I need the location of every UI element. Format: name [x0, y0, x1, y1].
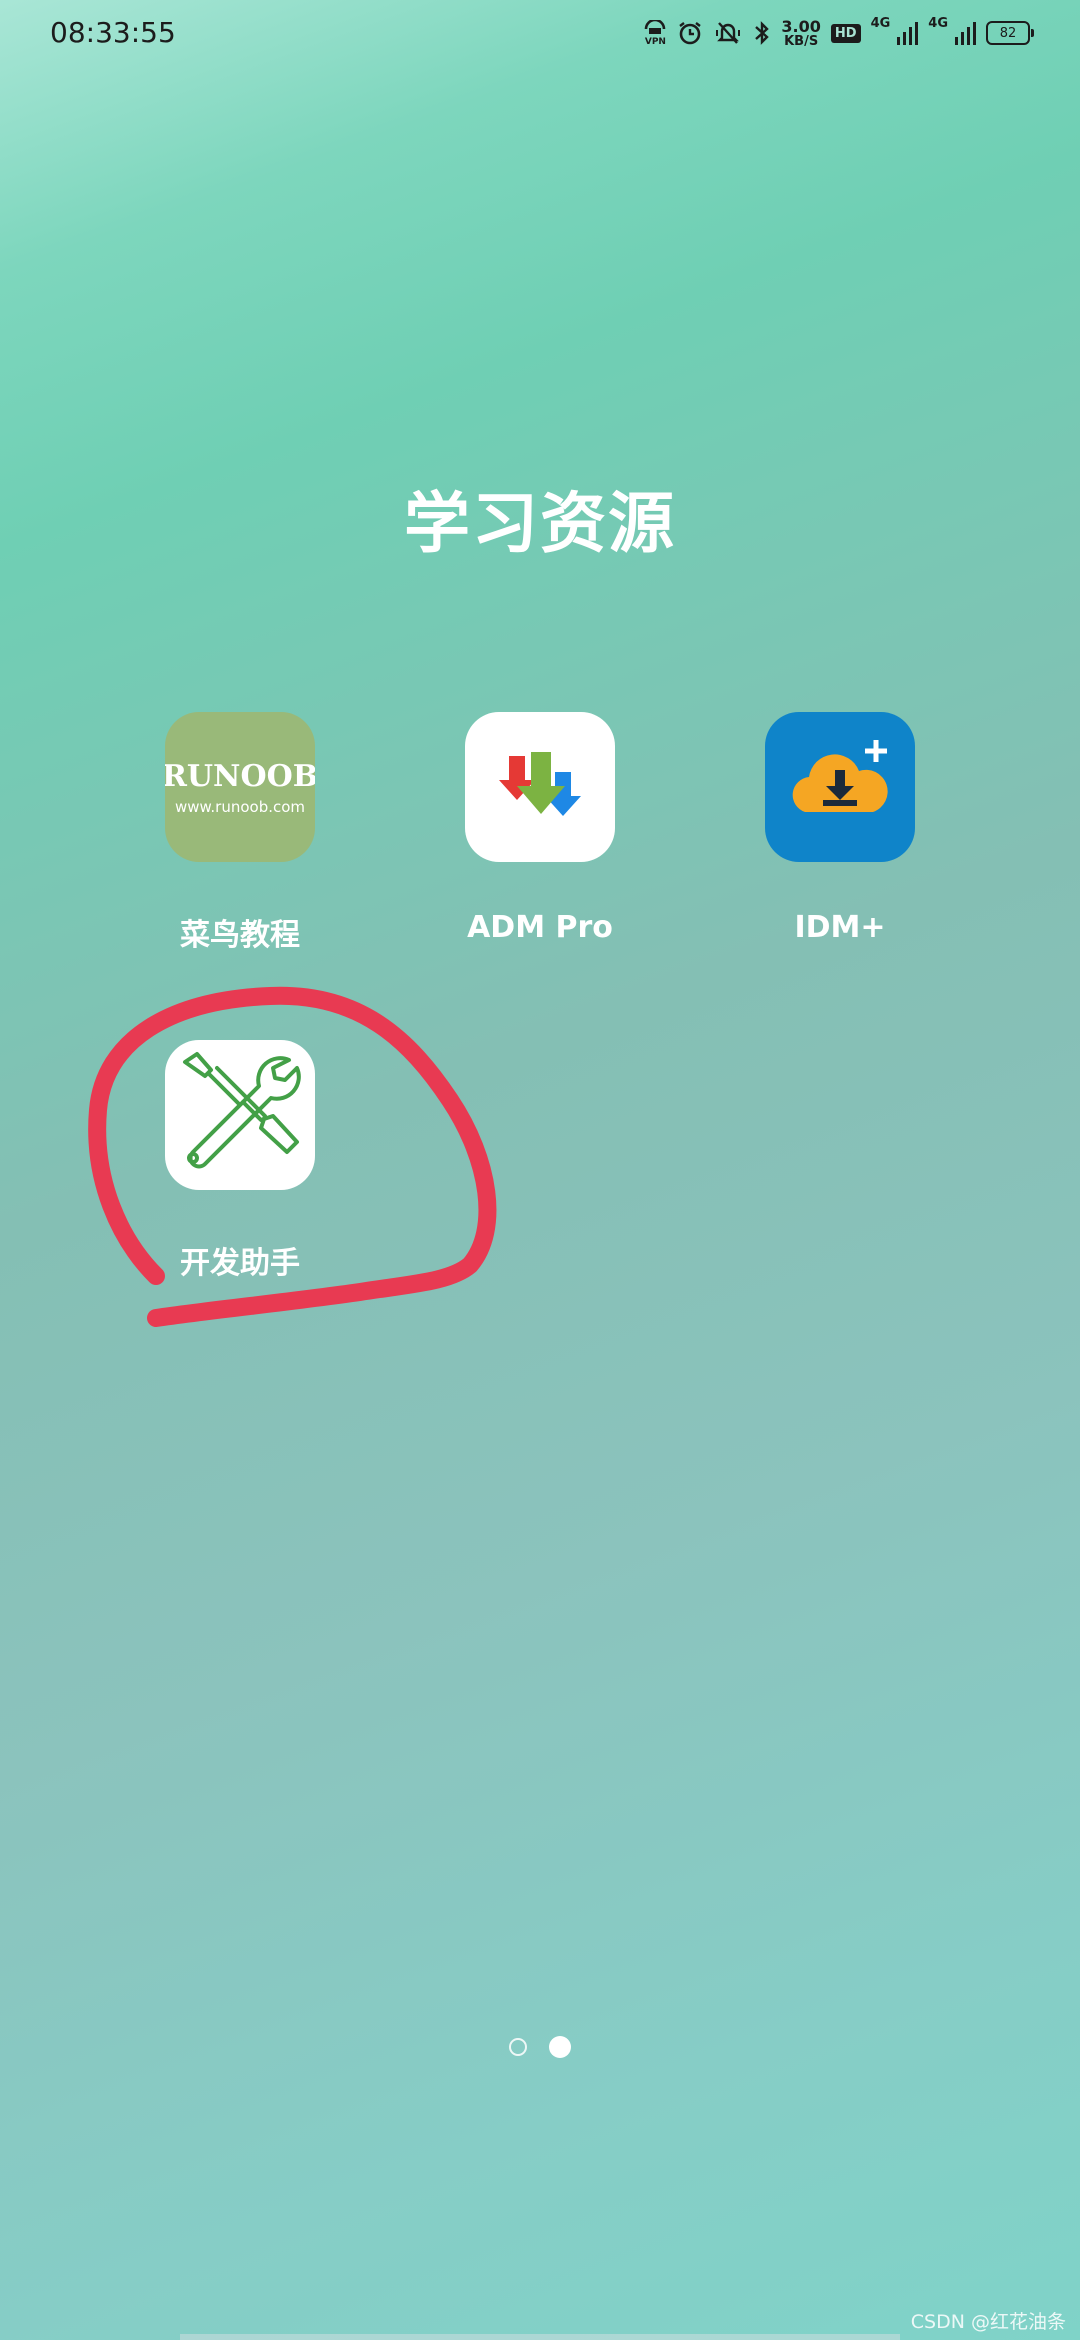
battery-level: 82 — [999, 25, 1017, 41]
runoob-icon-url: www.runoob.com — [174, 797, 306, 816]
app-label-adm-pro: ADM Pro — [467, 910, 613, 945]
app-dev-assistant[interactable]: 开发助手 — [120, 1040, 360, 1282]
signal-strength-icon-2 — [954, 21, 976, 45]
app-adm-pro[interactable]: ADM Pro — [420, 712, 660, 945]
idm-plus-app-icon[interactable] — [765, 712, 915, 862]
speed-unit: KB/S — [784, 33, 819, 49]
bluetooth-icon — [753, 20, 771, 46]
status-time: 08:33:55 — [50, 16, 176, 49]
download-arrows-icon — [499, 752, 581, 816]
cloud-download-icon — [792, 740, 888, 812]
signal2-label: 4G — [928, 16, 948, 31]
alarm-icon — [677, 20, 703, 46]
vpn-icon: VPN — [643, 19, 667, 47]
app-label-dev-assistant: 开发助手 — [180, 1246, 300, 1281]
adm-pro-app-icon[interactable] — [465, 712, 615, 862]
app-runoob[interactable]: RUNOOB www.runoob.com 菜鸟教程 — [120, 712, 360, 954]
network-speed: 3.00 KB/S — [781, 16, 821, 49]
watermark: CSDN @红花油条 — [910, 2311, 1066, 2333]
page-dot-1[interactable] — [509, 2038, 527, 2056]
battery-icon: 82 — [986, 21, 1034, 45]
page-dot-2[interactable] — [549, 2036, 571, 2058]
vpn-label: VPN — [644, 36, 666, 47]
page-indicator[interactable] — [0, 2036, 1080, 2058]
mute-bell-icon — [713, 20, 743, 46]
folder-title[interactable]: 学习资源 — [0, 470, 1080, 566]
dev-assistant-app-icon[interactable] — [165, 1040, 315, 1190]
runoob-app-icon[interactable]: RUNOOB www.runoob.com — [165, 712, 315, 862]
status-icons: VPN 3.00 KB/S HD 4G 4G 82 — [643, 16, 1034, 50]
wrench-screwdriver-icon — [183, 1052, 301, 1169]
hd-badge: HD — [830, 23, 861, 43]
gesture-bar — [180, 2334, 900, 2340]
app-idm-plus[interactable]: IDM+ — [720, 712, 960, 945]
runoob-icon-title: RUNOOB — [165, 758, 315, 794]
app-label-idm-plus: IDM+ — [794, 910, 886, 945]
signal1-label: 4G — [870, 16, 891, 31]
speed-value: 3.00 — [781, 16, 821, 36]
app-label-runoob: 菜鸟教程 — [180, 918, 300, 953]
signal-strength-icon — [896, 21, 919, 45]
status-bar: 08:33:55 VPN 3.00 KB/S HD 4G 4G 82 — [0, 0, 1080, 66]
